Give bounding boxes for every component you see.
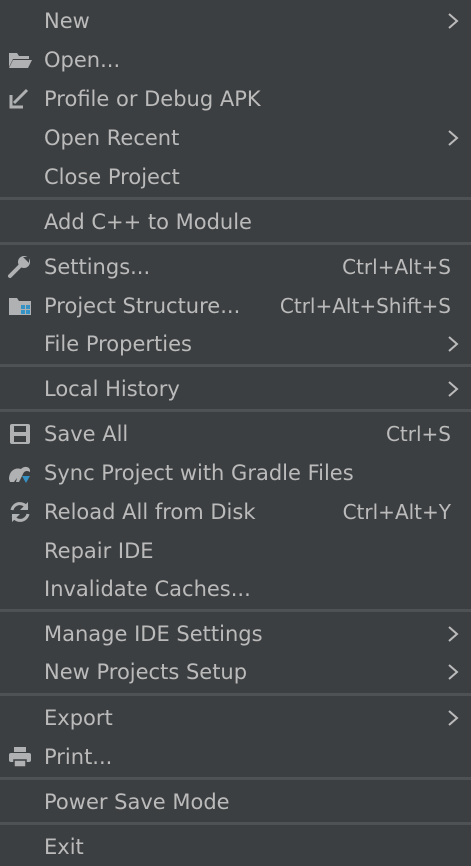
menu-item-print[interactable]: Print... — [0, 738, 471, 776]
menu-item-save-all-label: Save All — [44, 422, 129, 446]
menu-item-project-structure-label: Project Structure... — [44, 294, 241, 318]
menu-item-exit-label: Exit — [44, 835, 84, 859]
menu-separator — [0, 777, 471, 780]
menu-item-close-project[interactable]: Close Project — [0, 158, 471, 196]
menu-item-new[interactable]: New — [0, 2, 471, 40]
menu-item-profile-debug-apk[interactable]: Profile or Debug APK — [0, 80, 471, 118]
menu-item-file-properties-label: File Properties — [44, 332, 192, 356]
menu-item-project-structure[interactable]: Project Structure... Ctrl+Alt+Shift+S — [0, 287, 471, 325]
menu-item-new-projects-setup-label: New Projects Setup — [44, 660, 248, 684]
menu-item-profile-debug-apk-label: Profile or Debug APK — [44, 87, 261, 111]
folder-open-icon — [9, 53, 32, 68]
menu-item-sync-gradle-label: Sync Project with Gradle Files — [44, 461, 354, 485]
menu-item-open-recent-label: Open Recent — [44, 126, 180, 150]
menu-item-file-properties[interactable]: File Properties — [0, 325, 471, 363]
menu-separator — [0, 364, 471, 367]
menu-separator — [0, 197, 471, 200]
arrow-down-left-icon — [9, 88, 29, 109]
refresh-icon — [10, 502, 30, 522]
chevron-right-icon — [448, 710, 459, 726]
menu-separator — [0, 822, 471, 825]
menu-item-sync-gradle[interactable]: Sync Project with Gradle Files — [0, 454, 471, 492]
menu-separator — [0, 409, 471, 412]
menu-item-open-label: Open... — [44, 48, 121, 72]
menu-item-save-all[interactable]: Save All Ctrl+S — [0, 415, 471, 453]
chevron-right-icon — [448, 664, 459, 680]
menu-item-exit[interactable]: Exit — [0, 828, 471, 866]
menu-item-repair-ide-label: Repair IDE — [44, 539, 154, 563]
menu-item-local-history-label: Local History — [44, 377, 180, 401]
menu-item-invalidate-caches[interactable]: Invalidate Caches... — [0, 570, 471, 608]
project-structure-icon — [9, 298, 31, 315]
menu-item-print-label: Print... — [44, 745, 113, 769]
menu-separator — [0, 609, 471, 612]
menu-item-power-save-mode-label: Power Save Mode — [44, 790, 230, 814]
menu-item-project-structure-shortcut: Ctrl+Alt+Shift+S — [279, 294, 451, 318]
menu-item-export[interactable]: Export — [0, 699, 471, 737]
menu-item-add-cpp-to-module-label: Add C++ to Module — [44, 210, 252, 234]
printer-icon — [9, 747, 31, 768]
menu-item-settings-label: Settings... — [44, 255, 151, 279]
menu-separator — [0, 242, 471, 245]
chevron-right-icon — [448, 381, 459, 397]
menu-item-settings-shortcut: Ctrl+Alt+S — [342, 255, 451, 279]
floppy-disk-icon — [10, 424, 30, 444]
menu-item-repair-ide[interactable]: Repair IDE — [0, 532, 471, 570]
menu-item-open[interactable]: Open... — [0, 41, 471, 79]
chevron-right-icon — [448, 336, 459, 352]
menu-item-new-projects-setup[interactable]: New Projects Setup — [0, 653, 471, 691]
menu-item-reload-from-disk[interactable]: Reload All from Disk Ctrl+Alt+Y — [0, 493, 471, 531]
menu-separator — [0, 693, 471, 696]
menu-item-manage-ide-settings[interactable]: Manage IDE Settings — [0, 615, 471, 653]
menu-item-reload-from-disk-label: Reload All from Disk — [44, 500, 256, 524]
menu-item-reload-from-disk-shortcut: Ctrl+Alt+Y — [342, 500, 451, 524]
file-menu: New Open... Profile or Debug APK Open Re… — [0, 0, 471, 866]
menu-item-invalidate-caches-label: Invalidate Caches... — [44, 577, 251, 601]
menu-item-settings[interactable]: Settings... Ctrl+Alt+S — [0, 248, 471, 286]
menu-item-local-history[interactable]: Local History — [0, 370, 471, 408]
wrench-icon — [8, 256, 30, 278]
menu-item-close-project-label: Close Project — [44, 165, 180, 189]
menu-item-add-cpp-to-module[interactable]: Add C++ to Module — [0, 203, 471, 241]
menu-item-open-recent[interactable]: Open Recent — [0, 119, 471, 157]
chevron-right-icon — [448, 130, 459, 146]
chevron-right-icon — [448, 626, 459, 642]
menu-item-export-label: Export — [44, 706, 113, 730]
gradle-sync-icon — [9, 466, 31, 483]
menu-item-manage-ide-settings-label: Manage IDE Settings — [44, 622, 263, 646]
menu-item-power-save-mode[interactable]: Power Save Mode — [0, 783, 471, 821]
menu-item-new-label: New — [44, 9, 90, 33]
chevron-right-icon — [448, 13, 459, 29]
menu-item-save-all-shortcut: Ctrl+S — [385, 422, 451, 446]
